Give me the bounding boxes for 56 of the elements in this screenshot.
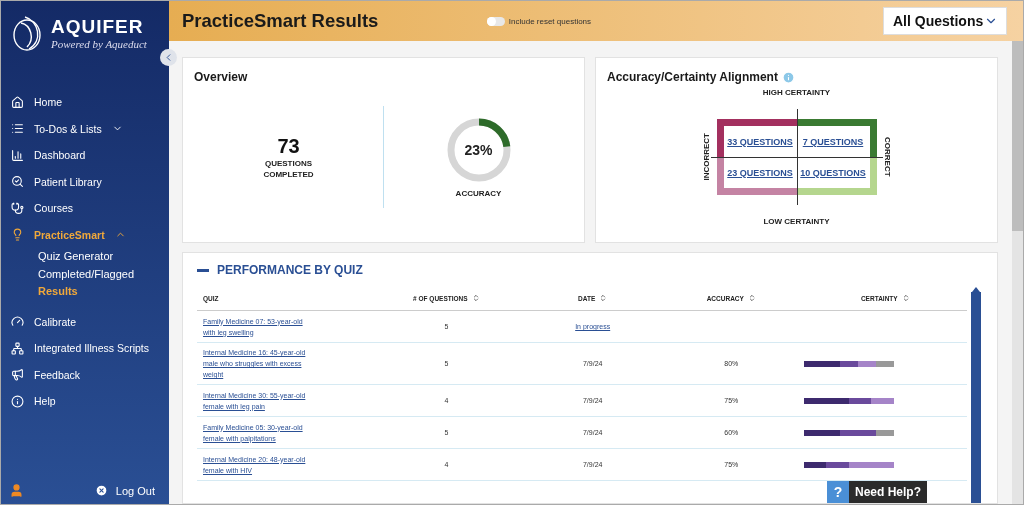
user-icon[interactable] bbox=[9, 483, 24, 498]
questions-link[interactable]: 10 QUESTIONS bbox=[800, 167, 866, 178]
nav-item[interactable]: Dashboard bbox=[1, 142, 169, 169]
lightbulb-icon bbox=[11, 228, 24, 242]
search-icon bbox=[11, 175, 24, 189]
section-title: PERFORMANCE BY QUIZ bbox=[217, 263, 363, 277]
nav-item[interactable]: Feedback bbox=[1, 361, 169, 388]
brand-name: AQUIFER bbox=[51, 16, 145, 38]
toggle-label: Include reset questions bbox=[508, 16, 592, 26]
help-button[interactable]: ? Need Help? bbox=[827, 481, 927, 503]
list-icon bbox=[11, 122, 24, 136]
logout-link[interactable]: Log Out bbox=[94, 484, 155, 497]
nav-subitem[interactable]: Quiz Generator bbox=[1, 248, 169, 266]
nav-item[interactable]: Courses bbox=[1, 195, 169, 222]
sort-icon[interactable] bbox=[599, 294, 608, 302]
nav-item[interactable]: Integrated Illness Scripts bbox=[1, 335, 169, 362]
nav-item[interactable]: Help bbox=[1, 388, 169, 415]
questions-link[interactable]: 7 QUESTIONS bbox=[802, 136, 864, 147]
sort-icon[interactable] bbox=[471, 294, 480, 302]
completed-count: 73 bbox=[277, 134, 300, 158]
accuracy-label: ACCURACY bbox=[454, 187, 503, 199]
nav-item[interactable]: Home bbox=[1, 89, 169, 116]
accuracy-value: 23% bbox=[464, 141, 493, 158]
collapse-icon[interactable] bbox=[197, 268, 209, 272]
nav-item[interactable]: Calibrate bbox=[1, 308, 169, 335]
nav-subitem[interactable]: Completed/Flagged bbox=[1, 265, 169, 283]
axis-label: HIGH CERTAINTY bbox=[762, 88, 831, 97]
nav-item[interactable]: PracticeSmart bbox=[1, 221, 169, 248]
sort-icon[interactable] bbox=[901, 294, 910, 302]
page-title: PracticeSmart Results bbox=[182, 10, 380, 32]
info-icon[interactable] bbox=[781, 70, 795, 84]
nav-item[interactable]: Patient Library bbox=[1, 168, 169, 195]
collapse-button[interactable] bbox=[160, 49, 177, 66]
toggle-switch[interactable] bbox=[486, 16, 505, 26]
close-icon bbox=[94, 484, 108, 497]
nav-subitem[interactable]: Results bbox=[1, 283, 169, 301]
questions-link[interactable]: 33 QUESTIONS bbox=[727, 136, 793, 147]
brand-tagline: Powered by Aqueduct bbox=[51, 38, 147, 50]
scrollbar-thumb[interactable] bbox=[1012, 41, 1023, 231]
sort-icon[interactable] bbox=[747, 294, 756, 302]
card-title: Accuracy/Certainty Alignment bbox=[607, 70, 778, 84]
home-icon bbox=[11, 95, 24, 109]
card-title: Overview bbox=[194, 70, 249, 84]
axis-label: CORRECT bbox=[882, 137, 892, 177]
stethoscope-icon bbox=[11, 201, 24, 215]
axis-label: INCORRECT bbox=[701, 133, 711, 181]
bar-chart-icon bbox=[11, 148, 24, 162]
megaphone-icon bbox=[11, 368, 24, 382]
info-icon bbox=[11, 394, 24, 408]
axis-label: LOW CERTAINTY bbox=[763, 217, 830, 226]
network-icon bbox=[11, 341, 24, 355]
filter-dropdown[interactable]: All Questions bbox=[883, 7, 1007, 35]
completed-label: QUESTIONS COMPLETED bbox=[262, 157, 315, 180]
questions-link[interactable]: 23 QUESTIONS bbox=[727, 167, 793, 178]
gauge-icon bbox=[11, 315, 24, 329]
nav-item[interactable]: To-Dos & Lists bbox=[1, 115, 169, 142]
